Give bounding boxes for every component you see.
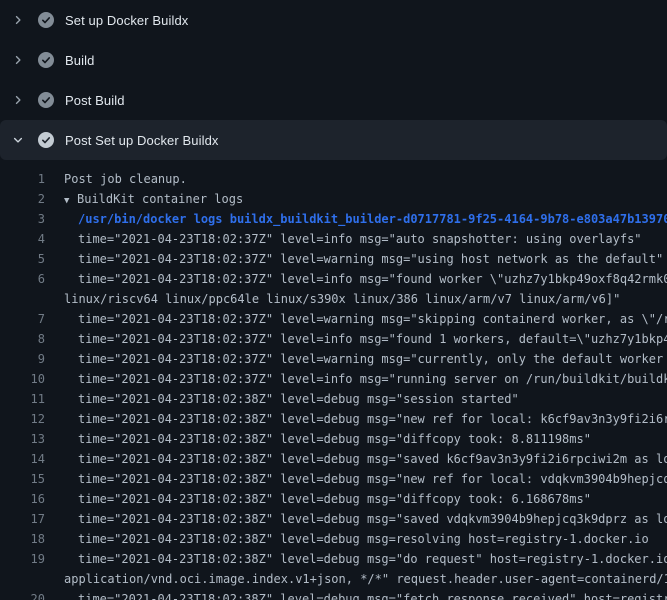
line-number[interactable]: 3 <box>0 209 45 229</box>
log-text: time="2021-04-23T18:02:38Z" level=debug … <box>45 489 591 509</box>
log-line: 8time="2021-04-23T18:02:37Z" level=info … <box>0 329 667 349</box>
log-text: time="2021-04-23T18:02:37Z" level=info m… <box>45 369 667 389</box>
line-number[interactable]: 14 <box>0 449 45 469</box>
log-text: time="2021-04-23T18:02:38Z" level=debug … <box>45 409 667 429</box>
line-number[interactable]: 1 <box>0 169 45 189</box>
line-number[interactable]: 12 <box>0 409 45 429</box>
log-line: 3/usr/bin/docker logs buildx_buildkit_bu… <box>0 209 667 229</box>
log-text: time="2021-04-23T18:02:38Z" level=debug … <box>45 529 649 549</box>
step-label: Build <box>65 53 94 68</box>
log-line: 4time="2021-04-23T18:02:37Z" level=info … <box>0 229 667 249</box>
log-command-text: /usr/bin/docker logs buildx_buildkit_bui… <box>45 209 667 229</box>
step-set-up-docker-buildx[interactable]: Set up Docker Buildx <box>0 0 667 40</box>
log-text: time="2021-04-23T18:02:37Z" level=warnin… <box>45 309 667 329</box>
line-number[interactable]: 7 <box>0 309 45 329</box>
step-post-build[interactable]: Post Build <box>0 80 667 120</box>
log-viewer: 1Post job cleanup.2▼BuildKit container l… <box>0 160 667 600</box>
log-line: 6time="2021-04-23T18:02:37Z" level=info … <box>0 269 667 289</box>
check-circle-icon <box>38 92 54 108</box>
log-text: time="2021-04-23T18:02:38Z" level=debug … <box>45 509 667 529</box>
step-list: Set up Docker Buildx Build Post Build <box>0 0 667 160</box>
log-text: time="2021-04-23T18:02:37Z" level=info m… <box>45 329 667 349</box>
log-line: 16time="2021-04-23T18:02:38Z" level=debu… <box>0 489 667 509</box>
log-line: 13time="2021-04-23T18:02:38Z" level=debu… <box>0 429 667 449</box>
line-number[interactable]: 10 <box>0 369 45 389</box>
check-circle-icon <box>38 132 54 148</box>
line-number[interactable]: 4 <box>0 229 45 249</box>
log-line: 20time="2021-04-23T18:02:38Z" level=debu… <box>0 589 667 600</box>
chevron-right-icon <box>10 12 26 28</box>
step-label: Post Set up Docker Buildx <box>65 133 219 148</box>
log-line: 1Post job cleanup. <box>0 169 667 189</box>
line-number[interactable]: 20 <box>0 589 45 600</box>
log-text: time="2021-04-23T18:02:37Z" level=info m… <box>45 269 667 289</box>
line-number[interactable]: 19 <box>0 549 45 569</box>
log-text: time="2021-04-23T18:02:37Z" level=warnin… <box>45 249 663 269</box>
step-build[interactable]: Build <box>0 40 667 80</box>
collapse-triangle-icon: ▼ <box>64 191 77 209</box>
line-number[interactable]: 11 <box>0 389 45 409</box>
log-line: application/vnd.oci.image.index.v1+json,… <box>0 569 667 589</box>
log-line: 5time="2021-04-23T18:02:37Z" level=warni… <box>0 249 667 269</box>
chevron-right-icon <box>10 92 26 108</box>
log-text: time="2021-04-23T18:02:38Z" level=debug … <box>45 429 591 449</box>
log-line: 12time="2021-04-23T18:02:38Z" level=debu… <box>0 409 667 429</box>
line-number[interactable]: 6 <box>0 269 45 289</box>
check-circle-icon <box>38 52 54 68</box>
log-line: 2▼BuildKit container logs <box>0 189 667 209</box>
log-line: 7time="2021-04-23T18:02:37Z" level=warni… <box>0 309 667 329</box>
log-line: 19time="2021-04-23T18:02:38Z" level=debu… <box>0 549 667 569</box>
log-text: linux/riscv64 linux/ppc64le linux/s390x … <box>45 289 620 309</box>
step-post-set-up-docker-buildx[interactable]: Post Set up Docker Buildx <box>0 120 667 160</box>
line-number[interactable]: 5 <box>0 249 45 269</box>
log-text: application/vnd.oci.image.index.v1+json,… <box>45 569 667 589</box>
log-group-toggle[interactable]: ▼BuildKit container logs <box>45 189 243 209</box>
step-label: Set up Docker Buildx <box>65 13 188 28</box>
log-text: time="2021-04-23T18:02:37Z" level=warnin… <box>45 349 667 369</box>
step-label: Post Build <box>65 93 125 108</box>
log-line: linux/riscv64 linux/ppc64le linux/s390x … <box>0 289 667 309</box>
check-circle-icon <box>38 12 54 28</box>
line-number[interactable]: 15 <box>0 469 45 489</box>
line-number[interactable]: 17 <box>0 509 45 529</box>
line-number[interactable]: 16 <box>0 489 45 509</box>
line-number[interactable]: 9 <box>0 349 45 369</box>
log-line: 9time="2021-04-23T18:02:37Z" level=warni… <box>0 349 667 369</box>
log-text: Post job cleanup. <box>45 169 187 189</box>
log-text: time="2021-04-23T18:02:37Z" level=info m… <box>45 229 642 249</box>
log-line: 11time="2021-04-23T18:02:38Z" level=debu… <box>0 389 667 409</box>
workflow-log-panel: Set up Docker Buildx Build Post Build <box>0 0 667 600</box>
line-number[interactable]: 18 <box>0 529 45 549</box>
log-text: time="2021-04-23T18:02:38Z" level=debug … <box>45 469 667 489</box>
log-line: 17time="2021-04-23T18:02:38Z" level=debu… <box>0 509 667 529</box>
log-text: time="2021-04-23T18:02:38Z" level=debug … <box>45 449 667 469</box>
log-line: 15time="2021-04-23T18:02:38Z" level=debu… <box>0 469 667 489</box>
log-text: time="2021-04-23T18:02:38Z" level=debug … <box>45 589 667 600</box>
log-line: 10time="2021-04-23T18:02:37Z" level=info… <box>0 369 667 389</box>
log-text: time="2021-04-23T18:02:38Z" level=debug … <box>45 389 519 409</box>
line-number[interactable]: 13 <box>0 429 45 449</box>
line-number[interactable]: 8 <box>0 329 45 349</box>
log-text: time="2021-04-23T18:02:38Z" level=debug … <box>45 549 667 569</box>
line-number[interactable]: 2 <box>0 189 45 209</box>
chevron-down-icon <box>10 132 26 148</box>
log-line: 18time="2021-04-23T18:02:38Z" level=debu… <box>0 529 667 549</box>
chevron-right-icon <box>10 52 26 68</box>
log-line: 14time="2021-04-23T18:02:38Z" level=debu… <box>0 449 667 469</box>
